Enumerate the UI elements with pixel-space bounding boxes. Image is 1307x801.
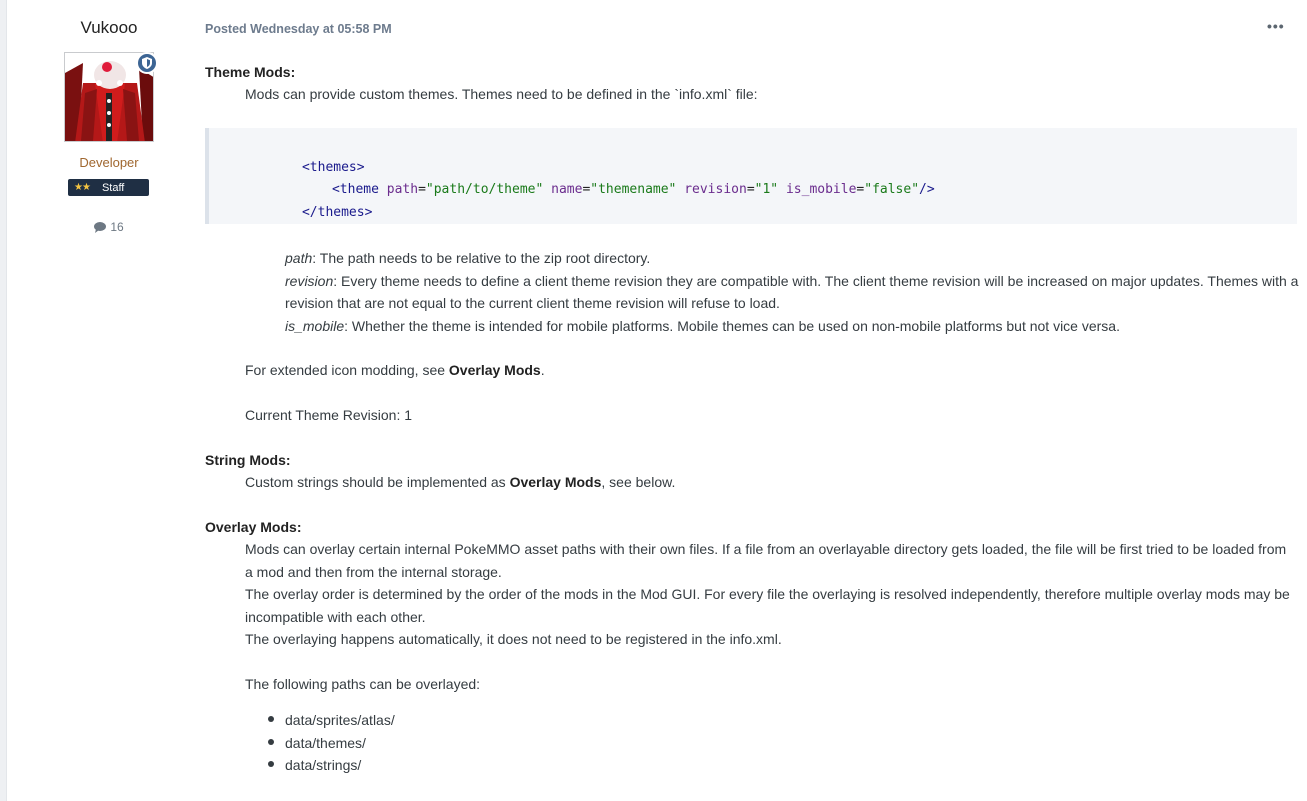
overlay-line-2: a mod and then from the internal storage… (245, 564, 502, 580)
overlay-line-1: Mods can overlay certain internal PokeMM… (245, 541, 1287, 557)
icon-modding-line: For extended icon modding, see Overlay M… (245, 362, 545, 378)
overlay-mods-ref: Overlay Mods (448, 362, 541, 378)
bullet-icon (268, 739, 274, 745)
def-is-mobile: is_mobile: Whether the theme is intended… (285, 318, 1120, 334)
overlay-line-3: The overlay order is determined by the o… (245, 586, 1290, 602)
overlay-line-5: The overlaying happens automatically, it… (245, 631, 782, 647)
string-mods-text: Custom strings should be implemented as … (245, 474, 676, 490)
bullet-icon (268, 716, 274, 722)
comment-icon (94, 221, 107, 233)
overlay-line-4: incompatible with each other. (245, 609, 426, 625)
overlay-mods-heading: Overlay Mods: (205, 519, 302, 535)
code-line-3: </themes> (301, 205, 373, 220)
string-mods-heading: String Mods: (205, 452, 291, 468)
def-revision: revision: Every theme needs to define a … (285, 273, 1299, 289)
overlay-list-intro: The following paths can be overlayed: (245, 676, 481, 692)
staff-badge: ★★ Staff (68, 179, 149, 196)
group-title: Developer (79, 155, 139, 170)
author-name[interactable]: Vukooo (40, 18, 178, 38)
code-line-2: <theme path="path/to/theme" name="themen… (331, 182, 935, 197)
current-theme-revision: Current Theme Revision: 1 (245, 407, 413, 423)
moderator-shield-icon (136, 52, 158, 74)
def-path: path: The path needs to be relative to t… (285, 250, 651, 266)
post-count[interactable]: 16 (40, 220, 178, 234)
list-item: data/strings/ (285, 757, 362, 773)
overlay-mods-ref: Overlay Mods (509, 474, 602, 490)
page-edge (0, 0, 7, 801)
theme-mods-intro: Mods can provide custom themes. Themes n… (245, 86, 758, 102)
list-item: data/sprites/atlas/ (285, 712, 395, 728)
more-options-icon[interactable]: ••• (1267, 18, 1287, 38)
code-block: <themes> <theme path="path/to/theme" nam… (205, 128, 1297, 224)
post-timestamp[interactable]: Posted Wednesday at 05:58 PM (205, 22, 392, 36)
post-count-value: 16 (110, 220, 124, 234)
staff-badge-label: Staff (101, 181, 125, 194)
star-icon: ★★ (74, 182, 91, 193)
bullet-icon (268, 761, 274, 767)
def-revision-cont: revision that are not equal to the curre… (285, 295, 780, 311)
list-item: data/themes/ (285, 735, 366, 751)
theme-mods-heading: Theme Mods: (205, 64, 296, 80)
